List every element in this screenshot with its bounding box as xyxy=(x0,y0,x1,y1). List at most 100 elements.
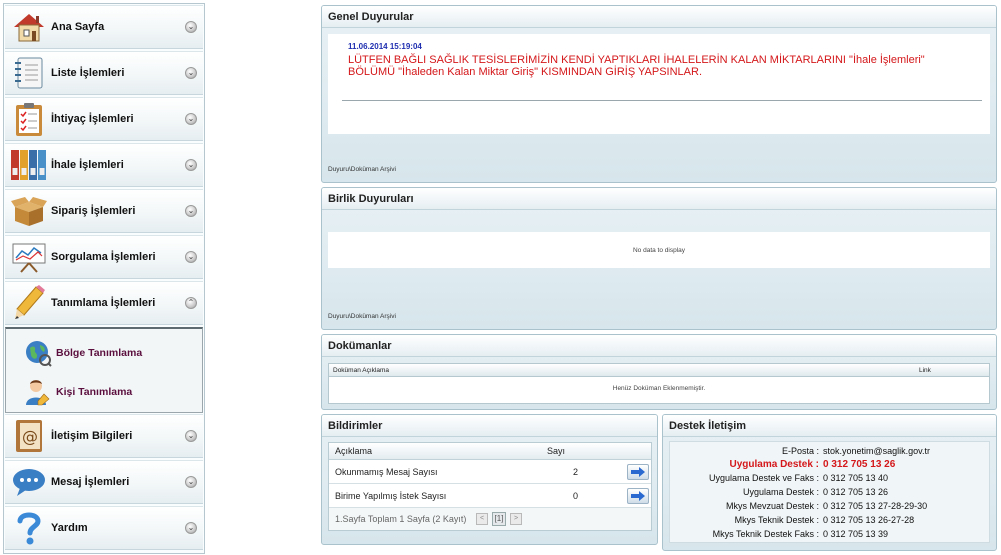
sidebar-item-ihale-islemleri[interactable]: İhale İşlemleri ⌄ xyxy=(5,143,203,187)
support-line-value: 0 312 705 13 39 xyxy=(823,529,889,539)
pager-prev-button[interactable]: < xyxy=(476,513,488,525)
column-header-description: Doküman Açıklama xyxy=(333,367,389,374)
chevron-down-icon[interactable]: ⌄ xyxy=(185,476,197,488)
chevron-down-icon[interactable]: ⌄ xyxy=(185,21,197,33)
open-box-icon xyxy=(9,191,49,231)
sidebar-item-tanimlama-islemleri[interactable]: Tanımlama İşlemleri ⌃ xyxy=(5,281,203,325)
sidebar-item-label: Tanımlama İşlemleri xyxy=(51,297,156,309)
app-support-label: Uygulama Destek : xyxy=(729,459,819,470)
documents-grid: Doküman Açıklama Link Henüz Doküman Ekle… xyxy=(328,363,990,404)
house-icon xyxy=(9,7,49,47)
support-line-value: 0 312 705 13 27-28-29-30 xyxy=(823,501,928,511)
pager-summary: 1.Sayfa Toplam 1 Sayfa (2 Kayıt) xyxy=(335,514,467,524)
speech-bubble-icon xyxy=(9,462,49,502)
chevron-down-icon[interactable]: ⌄ xyxy=(185,522,197,534)
support-line-value: 0 312 705 13 26-27-28 xyxy=(823,515,915,525)
sidebar-item-siparis-islemleri[interactable]: Sipariş İşlemleri ⌄ xyxy=(5,189,203,233)
submenu-item-bolge-tanimlama[interactable]: Bölge Tanımlama xyxy=(6,333,202,372)
sidebar-item-liste-islemleri[interactable]: Liste İşlemleri ⌄ xyxy=(5,51,203,95)
documents-panel: Dokümanlar Doküman Açıklama Link Henüz D… xyxy=(321,334,997,410)
person-edit-icon xyxy=(22,376,54,408)
support-line-value: 0 312 705 13 40 xyxy=(823,473,889,483)
chevron-down-icon[interactable]: ⌄ xyxy=(185,113,197,125)
support-line-label: Uygulama Destek : xyxy=(742,487,819,497)
email-value[interactable]: stok.yonetim@saglik.gov.tr xyxy=(823,446,930,456)
grid-header: Doküman Açıklama Link xyxy=(329,364,989,377)
union-announcements-panel: Birlik Duyuruları No data to display Duy… xyxy=(321,187,997,330)
announcement-message: LÜTFEN BAĞLI SAĞLIK TESİSLERİMİZİN KENDİ… xyxy=(348,54,925,78)
table-row: Okunmamış Mesaj Sayısı 2 xyxy=(329,460,651,484)
arrow-right-icon xyxy=(631,491,645,501)
arrow-right-icon xyxy=(631,467,645,477)
sidebar-item-label: İhale İşlemleri xyxy=(51,159,124,171)
sidebar-item-ana-sayfa[interactable]: Ana Sayfa ⌄ xyxy=(5,5,203,49)
notebook-icon xyxy=(9,53,49,93)
panel-title: Dokümanlar xyxy=(322,335,996,357)
chevron-down-icon[interactable]: ⌄ xyxy=(185,430,197,442)
question-mark-icon xyxy=(9,508,49,548)
sidebar-item-ihtiyac-islemleri[interactable]: İhtiyaç İşlemleri ⌄ xyxy=(5,97,203,141)
column-header-description: Açıklama xyxy=(335,446,373,456)
column-header-count: Sayı xyxy=(547,446,566,456)
column-header-link: Link xyxy=(919,367,931,374)
general-announcements-panel: Genel Duyurular 11.06.2014 15:19:04 LÜTF… xyxy=(321,5,997,183)
go-button[interactable] xyxy=(627,488,649,504)
sidebar-item-label: İletişim Bilgileri xyxy=(51,430,133,442)
sidebar-item-label: Liste İşlemleri xyxy=(51,67,125,79)
sidebar-item-mesaj-islemleri[interactable]: Mesaj İşlemleri ⌄ xyxy=(5,460,203,504)
row-count: 2 xyxy=(573,467,579,477)
row-description: Okunmamış Mesaj Sayısı xyxy=(335,467,438,477)
chevron-down-icon[interactable]: ⌄ xyxy=(185,67,197,79)
empty-state-text: Henüz Doküman Eklenmemiştir. xyxy=(612,385,706,392)
sidebar-item-label: Sorgulama İşlemleri xyxy=(51,251,156,263)
row-count: 0 xyxy=(573,491,579,501)
sidebar-item-label: Yardım xyxy=(51,522,88,534)
archive-link[interactable]: Duyuru\Doküman Arşivi xyxy=(328,313,396,320)
announcement-date: 11.06.2014 15:19:04 xyxy=(348,42,422,51)
sidebar-item-yardim[interactable]: Yardım ⌄ xyxy=(5,506,203,550)
pager-current-page[interactable]: [1] xyxy=(492,512,506,526)
submenu-item-label: Bölge Tanımlama xyxy=(56,346,143,359)
empty-state-text: No data to display xyxy=(632,247,686,254)
panel-title: Genel Duyurular xyxy=(322,6,996,28)
pager: 1.Sayfa Toplam 1 Sayfa (2 Kayıt) < [1] > xyxy=(329,508,651,530)
table-header: Açıklama Sayı xyxy=(329,443,651,460)
chevron-down-icon[interactable]: ⌄ xyxy=(185,205,197,217)
notifications-panel: Bildirimler Açıklama Sayı Okunmamış Mesa… xyxy=(321,414,658,545)
chart-easel-icon xyxy=(9,237,49,277)
pencil-icon xyxy=(9,283,49,323)
sidebar-nav: Ana Sayfa ⌄ Liste İşlemleri ⌄ İhtiyaç İş… xyxy=(3,3,205,554)
support-line-value: 0 312 705 13 26 xyxy=(823,487,889,497)
sidebar-item-label: Ana Sayfa xyxy=(51,21,105,33)
tanimlama-submenu: Bölge Tanımlama Kişi Tanımlama xyxy=(5,327,203,413)
support-line-label: Mkys Mevzuat Destek : xyxy=(725,501,819,511)
chevron-down-icon[interactable]: ⌄ xyxy=(185,251,197,263)
sidebar-item-iletisim-bilgileri[interactable]: @ İletişim Bilgileri ⌄ xyxy=(5,414,203,458)
svg-text:@: @ xyxy=(22,427,38,446)
sidebar-item-label: Sipariş İşlemleri xyxy=(51,205,136,217)
binders-icon xyxy=(9,145,49,185)
chevron-up-icon[interactable]: ⌃ xyxy=(185,297,197,309)
address-book-icon: @ xyxy=(9,416,49,456)
app-support-value: 0 312 705 13 26 xyxy=(823,459,896,470)
submenu-item-label: Kişi Tanımlama xyxy=(56,385,133,398)
globe-icon xyxy=(22,337,54,369)
support-line-label: Uygulama Destek ve Faks : xyxy=(708,473,819,483)
sidebar-item-label: Mesaj İşlemleri xyxy=(51,476,130,488)
archive-link[interactable]: Duyuru\Doküman Arşivi xyxy=(328,166,396,173)
email-label: E-Posta : xyxy=(781,446,819,456)
panel-title: Birlik Duyuruları xyxy=(322,188,996,210)
support-contact-panel: Destek İletişim E-Posta : stok.yonetim@s… xyxy=(662,414,997,551)
clipboard-checklist-icon xyxy=(9,99,49,139)
support-info: E-Posta : stok.yonetim@saglik.gov.tr Uyg… xyxy=(669,441,990,543)
chevron-down-icon[interactable]: ⌄ xyxy=(185,159,197,171)
sidebar-item-sorgulama-islemleri[interactable]: Sorgulama İşlemleri ⌄ xyxy=(5,235,203,279)
go-button[interactable] xyxy=(627,464,649,480)
submenu-item-kisi-tanimlama[interactable]: Kişi Tanımlama xyxy=(6,372,202,411)
panel-title: Bildirimler xyxy=(322,415,657,437)
table-row: Birime Yapılmış İstek Sayısı 0 xyxy=(329,484,651,508)
pager-next-button[interactable]: > xyxy=(510,513,522,525)
sidebar-item-label: İhtiyaç İşlemleri xyxy=(51,113,134,125)
union-announcement-body: No data to display xyxy=(328,232,990,268)
divider xyxy=(342,100,982,101)
